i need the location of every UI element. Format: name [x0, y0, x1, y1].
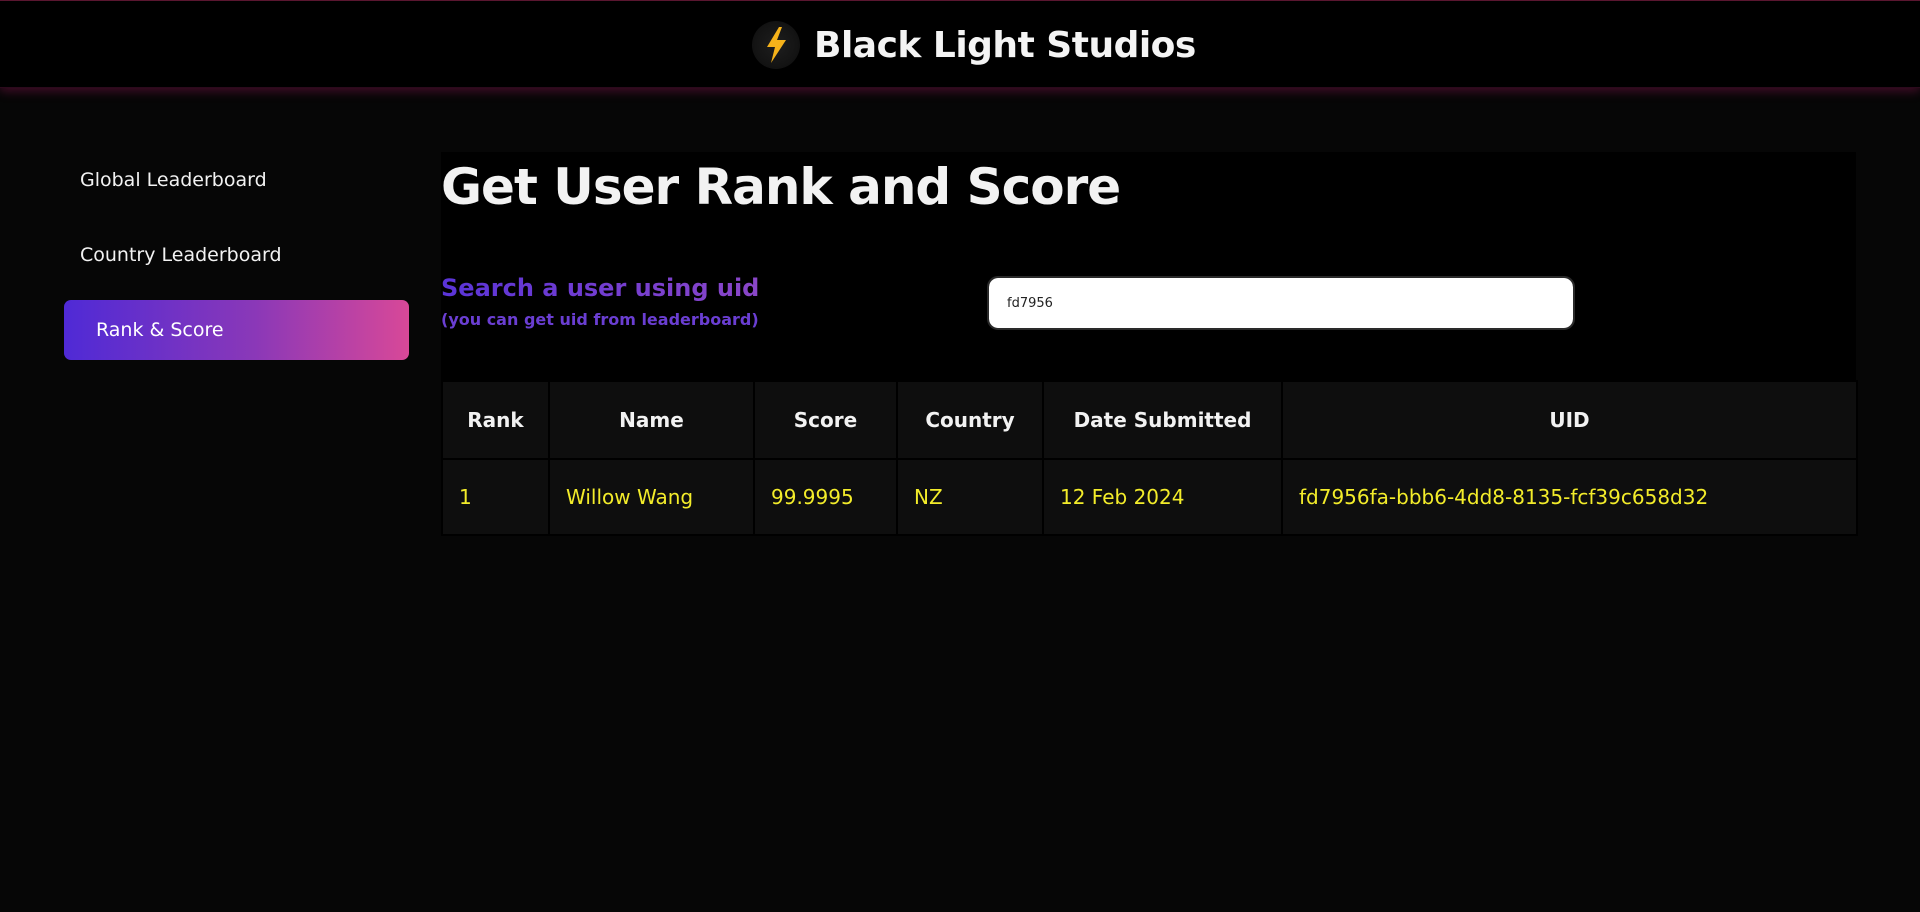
column-header-country: Country — [896, 380, 1044, 460]
table-row: 1 Willow Wang 99.9995 NZ 12 Feb 2024 fd7… — [441, 458, 1858, 536]
brand[interactable]: Black Light Studios — [752, 19, 1196, 71]
search-hint: (you can get uid from leaderboard) — [441, 310, 759, 329]
lightning-bolt-icon — [752, 21, 800, 69]
column-header-uid: UID — [1281, 380, 1858, 460]
column-header-date-submitted: Date Submitted — [1042, 380, 1283, 460]
cell-uid: fd7956fa-bbb6-4dd8-8135-fcf39c658d32 — [1281, 458, 1858, 536]
sidebar-item-rank-score[interactable]: Rank & Score — [64, 300, 409, 360]
cell-name: Willow Wang — [548, 458, 755, 536]
search-label: Search a user using uid — [441, 274, 760, 302]
cell-rank: 1 — [441, 458, 550, 536]
search-panel: Get User Rank and Score Search a user us… — [441, 152, 1856, 380]
column-header-score: Score — [753, 380, 898, 460]
sidebar: Global Leaderboard Country Leaderboard R… — [64, 150, 409, 375]
cell-date-submitted: 12 Feb 2024 — [1042, 458, 1283, 536]
column-header-rank: Rank — [441, 380, 550, 460]
brand-name: Black Light Studios — [814, 24, 1196, 66]
column-header-name: Name — [548, 380, 755, 460]
page-title: Get User Rank and Score — [441, 158, 1121, 216]
results-table: Rank Name Score Country Date Submitted U… — [441, 380, 1858, 536]
cell-score: 99.9995 — [753, 458, 898, 536]
sidebar-item-country-leaderboard[interactable]: Country Leaderboard — [64, 225, 409, 285]
uid-search-input[interactable] — [987, 276, 1575, 330]
cell-country: NZ — [896, 458, 1044, 536]
table-header-row: Rank Name Score Country Date Submitted U… — [441, 380, 1858, 460]
top-header: Black Light Studios — [0, 0, 1920, 88]
sidebar-item-global-leaderboard[interactable]: Global Leaderboard — [64, 150, 409, 210]
